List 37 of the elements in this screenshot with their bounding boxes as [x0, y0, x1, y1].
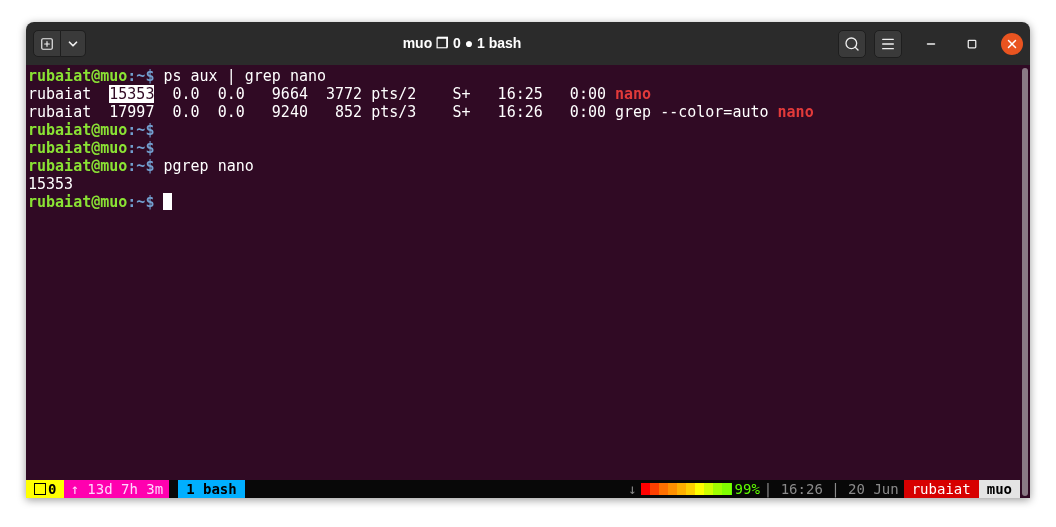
new-tab-icon	[40, 36, 54, 51]
prompt-user: rubaiat@muo	[28, 139, 128, 157]
clock-text: | 16:26 | 20 Jun	[763, 480, 899, 498]
download-arrow: ↓	[628, 480, 637, 498]
battery-reading: 99%	[734, 480, 760, 498]
output-text: 15353	[28, 175, 74, 193]
search-icon	[844, 35, 860, 52]
output-text: rubaiat 17997 0.0 0.0 9240 852 pts/3 S+ 16:26 0:00 grep --color=auto	[28, 103, 770, 121]
session-number: 0	[48, 480, 57, 498]
new-tab-button[interactable]	[33, 30, 61, 57]
uptime-segment: ↑ 13d 7h 3m	[64, 480, 170, 498]
prompt-user: rubaiat@muo	[28, 157, 128, 175]
maximize-icon	[967, 38, 977, 49]
prompt-path: :~$	[127, 139, 155, 157]
highlighted-text: 15353	[109, 85, 155, 103]
prompt-path: :~$	[127, 121, 155, 139]
match-text: nano	[777, 103, 814, 121]
command-text: pgrep nano	[162, 157, 254, 175]
search-button[interactable]	[838, 29, 866, 58]
dropdown-button[interactable]	[61, 30, 86, 57]
command-text: ps aux | grep nano	[162, 67, 327, 85]
prompt-path: :~$	[127, 67, 155, 85]
session-icon	[34, 483, 46, 495]
close-button[interactable]	[1001, 32, 1023, 55]
menu-button[interactable]	[874, 29, 902, 58]
prompt-user: rubaiat@muo	[28, 193, 128, 211]
prompt-user: rubaiat@muo	[28, 121, 128, 139]
output-text: rubaiat	[28, 85, 93, 103]
user-segment: rubaiat	[903, 480, 979, 498]
prompt-path: :~$	[127, 157, 155, 175]
window-title: muo ❐ 0 ● 1 bash	[402, 34, 522, 53]
host-segment: muo	[978, 480, 1020, 498]
prompt-user: rubaiat@muo	[28, 67, 128, 85]
output-text: 0.0 0.0 9664 3772 pts/2 S+ 16:25 0:00	[171, 85, 607, 103]
prompt-path: :~$	[127, 193, 155, 211]
match-text: nano	[615, 85, 652, 103]
window-tab[interactable]: 1 bash	[178, 480, 245, 498]
